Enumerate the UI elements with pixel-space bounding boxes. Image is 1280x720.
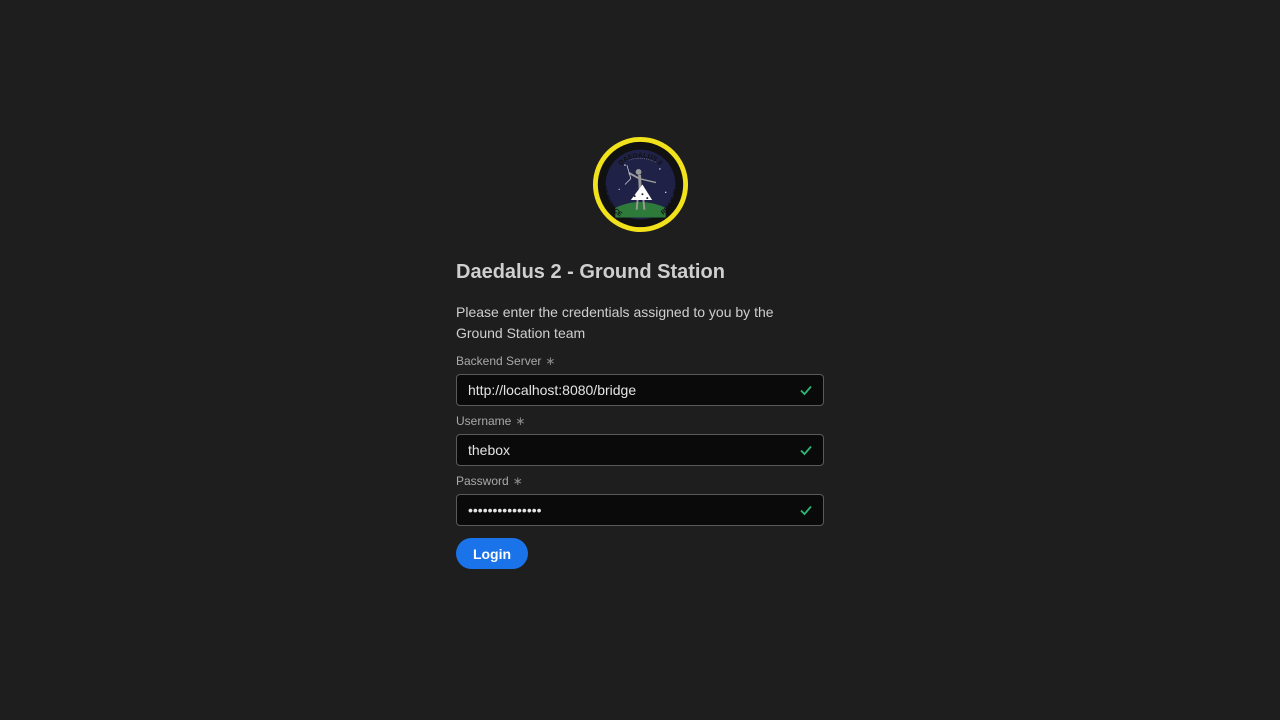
username-field: Username ∗ [456, 413, 824, 466]
backend-server-field: Backend Server ∗ [456, 353, 824, 406]
password-label: Password ∗ [456, 474, 523, 488]
page-title: Daedalus 2 - Ground Station [456, 261, 725, 283]
password-input[interactable] [457, 495, 787, 525]
login-description: Please enter the credentials assigned to… [456, 304, 774, 341]
logo-container: DAEDALUS 2 WUESPACE REXUS 29 [456, 136, 824, 233]
username-label: Username ∗ [456, 414, 526, 428]
check-icon [800, 505, 812, 516]
required-mark: ∗ [545, 354, 556, 368]
required-mark: ∗ [515, 414, 526, 428]
login-button[interactable]: Login [456, 538, 528, 569]
password-field: Password ∗ [456, 473, 824, 526]
required-mark: ∗ [512, 474, 523, 488]
backend-server-input-box [456, 374, 824, 406]
backend-server-label: Backend Server ∗ [456, 354, 556, 368]
username-input[interactable] [457, 435, 787, 465]
login-card: DAEDALUS 2 WUESPACE REXUS 29 Daedalus 2 … [456, 136, 824, 569]
backend-server-input[interactable] [457, 375, 787, 405]
mission-patch-logo: DAEDALUS 2 WUESPACE REXUS 29 [592, 136, 688, 233]
username-input-box [456, 434, 824, 466]
check-icon [800, 445, 812, 456]
password-input-box [456, 494, 824, 526]
check-icon [800, 385, 812, 396]
